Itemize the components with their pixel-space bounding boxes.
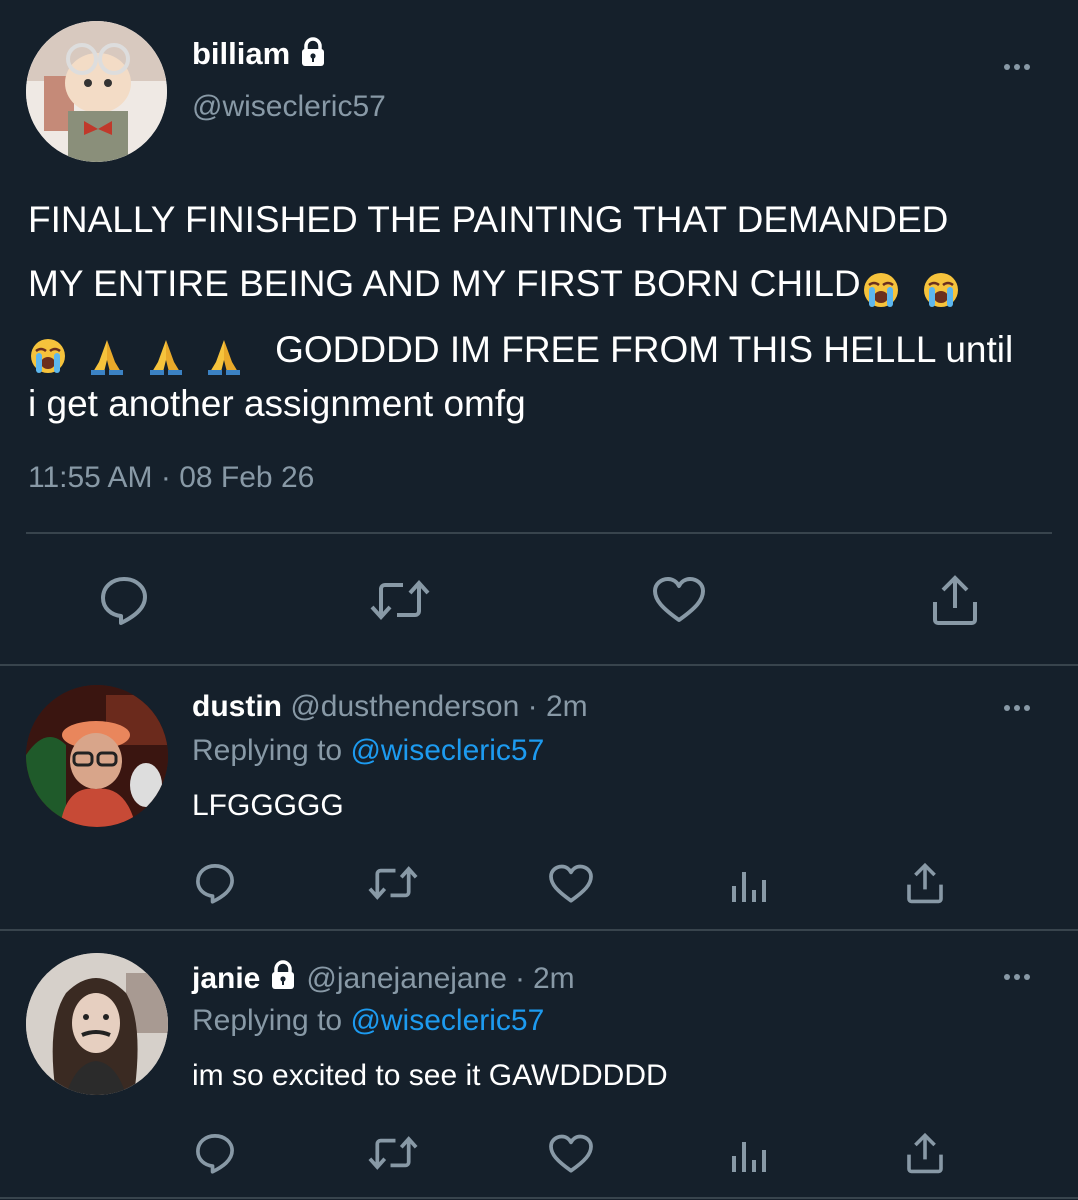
reply-avatar[interactable] — [26, 953, 168, 1095]
reply-button[interactable] — [92, 572, 156, 628]
section-divider — [0, 929, 1078, 931]
more-icon[interactable] — [1004, 974, 1030, 980]
like-icon — [653, 577, 705, 622]
like-button[interactable] — [546, 862, 596, 906]
retweet-icon — [368, 866, 418, 900]
share-icon — [907, 862, 943, 904]
reply-icon — [196, 1134, 234, 1174]
more-icon[interactable] — [1004, 705, 1030, 711]
reply-button[interactable] — [190, 860, 240, 906]
reply-handle[interactable]: @janejanejane — [306, 962, 507, 996]
folded-hands-emoji — [205, 332, 243, 376]
reply-header: janie @janejanejane · 2m — [192, 960, 575, 998]
share-icon — [933, 575, 977, 625]
like-icon — [549, 864, 593, 903]
lock-icon — [268, 960, 298, 998]
section-divider — [0, 1197, 1078, 1199]
analytics-button[interactable] — [728, 862, 770, 906]
author-avatar[interactable] — [26, 21, 167, 162]
reply-age[interactable]: 2m — [546, 690, 588, 723]
like-button[interactable] — [546, 1132, 596, 1176]
reply-icon — [196, 864, 234, 904]
author-display-name[interactable]: billiam — [192, 36, 290, 72]
folded-hands-emoji — [88, 332, 126, 376]
author-handle[interactable]: @wisecleric57 — [192, 90, 386, 124]
author-name-row: billiam — [192, 34, 328, 74]
reply-avatar[interactable] — [26, 685, 168, 827]
tweet-line-2: MY ENTIRE BEING AND MY FIRST BORN CHILD — [28, 252, 1068, 316]
share-button[interactable] — [926, 572, 984, 628]
like-button[interactable] — [650, 573, 708, 627]
reply-text: im so excited to see it GAWDDDDD — [192, 1059, 668, 1092]
reply-header: dustin @dusthenderson · 2m — [192, 690, 588, 723]
retweet-icon — [368, 1136, 418, 1170]
reply-handle[interactable]: @dusthenderson — [290, 690, 519, 723]
analytics-icon — [732, 872, 766, 902]
tweet-line-1: FINALLY FINISHED THE PAINTING THAT DEMAN… — [28, 199, 949, 240]
replying-to-handle[interactable]: @wisecleric57 — [350, 1004, 544, 1037]
reply-display-name[interactable]: janie — [192, 962, 260, 996]
analytics-button[interactable] — [728, 1132, 770, 1176]
reply-age[interactable]: 2m — [533, 962, 575, 996]
loudly-crying-face-emoji — [861, 266, 901, 308]
reply-icon — [101, 577, 147, 625]
share-button[interactable] — [902, 860, 948, 906]
retweet-icon — [370, 580, 430, 620]
retweet-button[interactable] — [368, 575, 432, 625]
analytics-icon — [732, 1142, 766, 1172]
replying-to: Replying to @wisecleric57 — [192, 1004, 545, 1037]
loudly-crying-face-emoji — [921, 266, 961, 308]
retweet-button[interactable] — [366, 862, 420, 904]
section-divider — [0, 664, 1078, 666]
folded-hands-emoji — [147, 332, 185, 376]
loudly-crying-face-emoji — [28, 332, 68, 374]
share-icon — [907, 1132, 943, 1174]
replying-to-handle[interactable]: @wisecleric57 — [350, 734, 544, 767]
tweet-line-4: i get another assignment omfg — [28, 383, 526, 424]
lock-icon — [298, 36, 328, 72]
tweet-text: FINALLY FINISHED THE PAINTING THAT DEMAN… — [28, 188, 1068, 426]
reply-text: LFGGGGG — [192, 789, 344, 822]
reply-button[interactable] — [190, 1130, 240, 1176]
tweet-timestamp[interactable]: 11:55 AM · 08 Feb 26 — [28, 461, 314, 495]
tweet-line-3: GODDDD IM FREE FROM THIS HELLL until — [28, 318, 1068, 382]
reply-display-name[interactable]: dustin — [192, 690, 282, 723]
more-icon[interactable] — [1004, 64, 1030, 70]
meta-divider — [26, 532, 1052, 534]
replying-to: Replying to @wisecleric57 — [192, 734, 545, 767]
share-button[interactable] — [902, 1130, 948, 1176]
retweet-button[interactable] — [366, 1132, 420, 1174]
like-icon — [549, 1134, 593, 1173]
